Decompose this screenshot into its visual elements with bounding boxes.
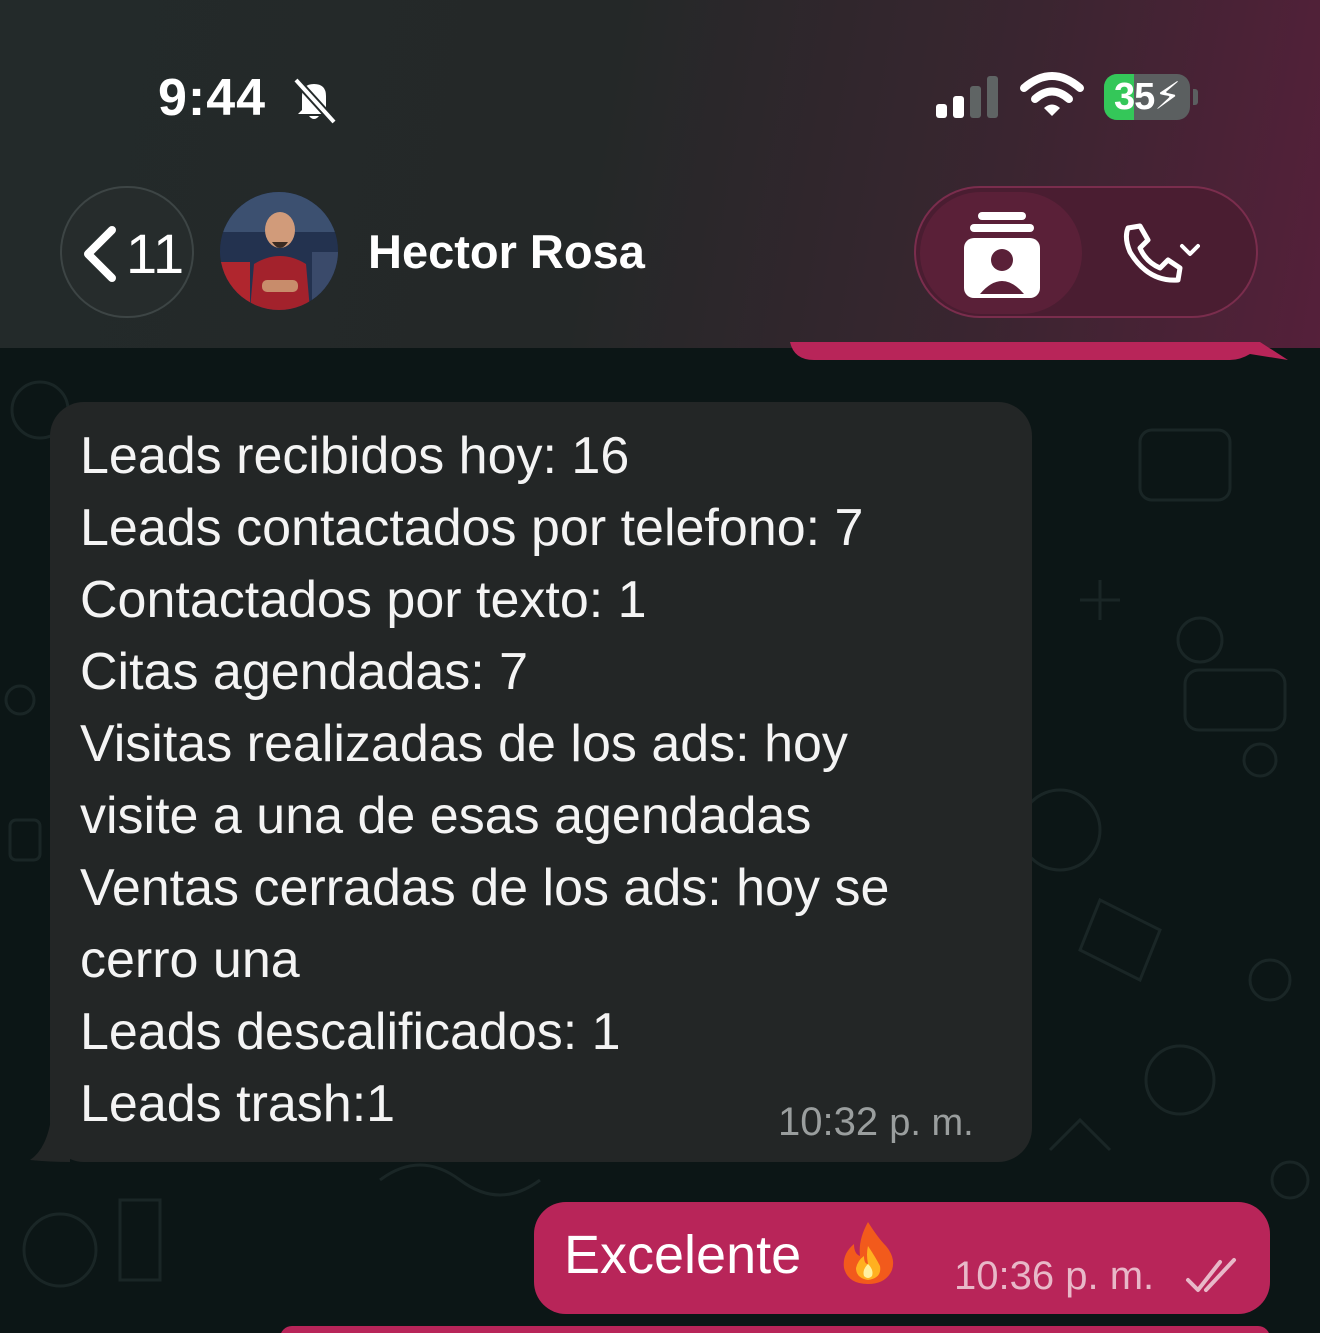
time-suffix: p. m. [1065, 1254, 1155, 1298]
message-line: Contactados por texto: 1 [80, 571, 647, 629]
bell-slash-icon [293, 77, 337, 124]
time-value: 10:32 [778, 1100, 879, 1144]
back-button[interactable]: 11 [60, 186, 194, 318]
chevron-left-icon [84, 226, 116, 282]
contact-name[interactable]: Hector Rosa [368, 224, 645, 279]
message-line: cerro una [80, 931, 300, 989]
contact-card-icon [964, 212, 1040, 298]
message-line: Leads contactados por telefono: 7 [80, 499, 864, 557]
message-line: Visitas realizadas de los ads: hoy [80, 715, 848, 773]
time-value: 10:36 [954, 1254, 1055, 1298]
status-time: 9:44 [158, 69, 267, 127]
message-line: Leads descalificados: 1 [80, 1003, 621, 1061]
battery-charging-icon: 35⚡︎ [1104, 74, 1198, 120]
chevron-down-icon [1180, 244, 1200, 256]
cellular-signal-icon [936, 76, 998, 118]
next-outgoing-bubble [280, 1326, 1270, 1333]
incoming-message-text: Leads recibidos hoy: 16 Leads contactado… [80, 420, 1020, 1140]
fire-icon [843, 1222, 894, 1284]
phone-icon[interactable] [1120, 222, 1200, 284]
outgoing-message-time: 10:36 p. m. [954, 1254, 1154, 1299]
chat-header: 9:44 35⚡︎ 11 Hector Rosa [0, 0, 1320, 348]
time-suffix: p. m. [889, 1102, 974, 1144]
bubble-tail [30, 1112, 70, 1162]
wifi-icon [1020, 72, 1084, 116]
unread-count: 11 [126, 222, 185, 285]
battery-percent: 35 [1114, 76, 1155, 118]
message-line: visite a una de esas agendadas [80, 787, 812, 845]
read-double-check-icon [1186, 1258, 1236, 1292]
message-line: Ventas cerradas de los ads: hoy se [80, 859, 890, 917]
charging-bolt-icon: ⚡︎ [1154, 76, 1181, 118]
contact-card-button[interactable] [920, 192, 1082, 314]
incoming-message-time: 10:32 p. m. [778, 1100, 974, 1145]
previous-outgoing-bubble [790, 342, 1288, 360]
header-actions [914, 186, 1258, 318]
message-line: Citas agendadas: 7 [80, 643, 529, 701]
contact-avatar[interactable] [220, 192, 338, 310]
message-line: Leads recibidos hoy: 16 [80, 427, 630, 485]
outgoing-message-text: Excelente [564, 1225, 802, 1285]
avatar-photo [220, 192, 338, 310]
